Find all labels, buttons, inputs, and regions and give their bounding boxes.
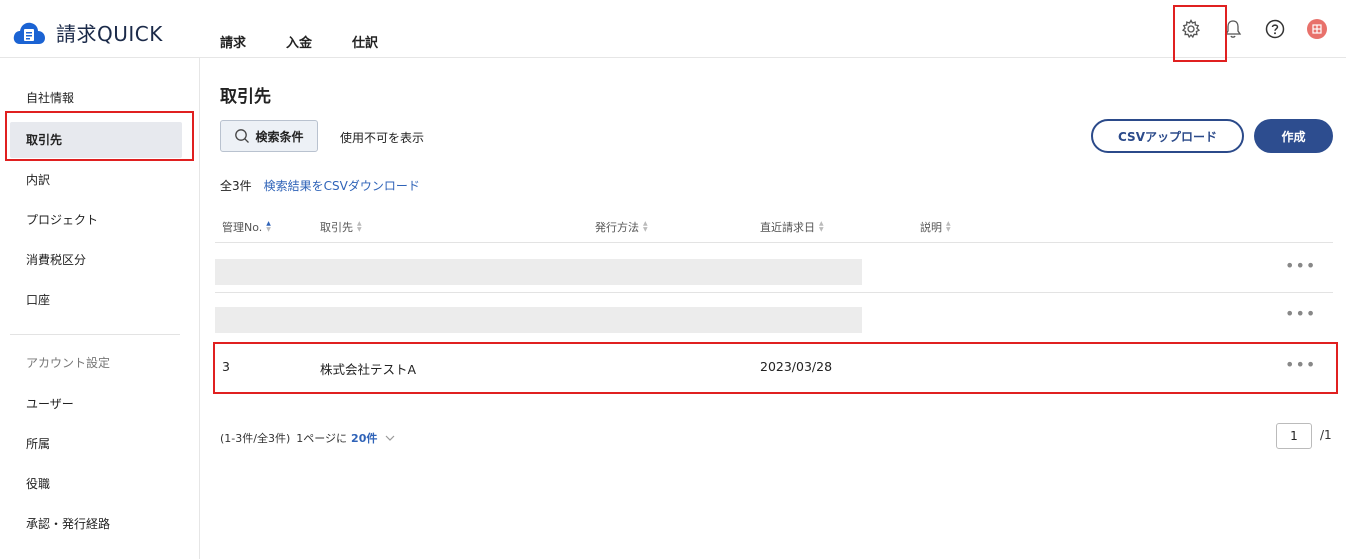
- sort-icon: ▲ ▼: [266, 220, 271, 233]
- header-divider: [215, 242, 1333, 243]
- column-header-last-invoice[interactable]: 直近請求日 ▲ ▼: [760, 219, 824, 235]
- sidebar-item-breakdown[interactable]: 内訳: [10, 162, 182, 198]
- csv-download-link[interactable]: 検索結果をCSVダウンロード: [264, 177, 420, 194]
- sidebar-item-tax[interactable]: 消費税区分: [10, 242, 182, 278]
- sidebar-item-users[interactable]: ユーザー: [10, 386, 182, 422]
- sort-icon: ▲ ▼: [819, 220, 824, 233]
- cell-last-invoice-date: 2023/03/28: [760, 359, 833, 374]
- sidebar-item-position[interactable]: 役職: [10, 466, 182, 502]
- top-navigation: 請求 入金 仕訳: [220, 32, 418, 51]
- sort-icon: ▲ ▼: [643, 220, 648, 233]
- sidebar-item-approval-route[interactable]: 承認・発行経路: [10, 506, 182, 542]
- table-row-loading: [215, 259, 862, 285]
- table-row-loading: [215, 307, 862, 333]
- row-menu-button[interactable]: •••: [1285, 256, 1315, 275]
- cloud-document-icon: [13, 22, 45, 44]
- avatar[interactable]: [1306, 18, 1328, 40]
- page-total: /1: [1320, 428, 1332, 442]
- row-menu-button[interactable]: •••: [1285, 304, 1315, 323]
- search-icon: [235, 129, 250, 143]
- chevron-down-icon[interactable]: [385, 432, 395, 445]
- create-button[interactable]: 作成: [1254, 119, 1333, 153]
- app-logo[interactable]: 請求QUICK: [12, 18, 163, 47]
- sidebar-item-project[interactable]: プロジェクト: [10, 202, 182, 238]
- page-title: 取引先: [220, 87, 271, 107]
- sort-icon: ▲ ▼: [357, 220, 362, 233]
- search-conditions-button[interactable]: 検索条件: [220, 120, 318, 152]
- nav-payment[interactable]: 入金: [286, 32, 312, 51]
- sidebar-item-company[interactable]: 自社情報: [10, 80, 182, 116]
- result-count-row: 全3件 検索結果をCSVダウンロード: [220, 177, 420, 194]
- nav-journal[interactable]: 仕訳: [352, 32, 378, 51]
- help-icon[interactable]: [1264, 18, 1286, 40]
- row-divider: [215, 292, 1333, 293]
- cell-no: 3: [222, 359, 230, 374]
- per-page-select[interactable]: 20件: [351, 430, 377, 446]
- pagination-summary: (1-3件/全3件): [220, 432, 291, 445]
- sidebar: 自社情報 取引先 内訳 プロジェクト 消費税区分 口座 アカウント設定 ユーザー…: [0, 58, 200, 559]
- pagination-info: (1-3件/全3件) 1ページに 20件: [220, 430, 395, 446]
- sidebar-item-department[interactable]: 所属: [10, 426, 182, 462]
- result-count: 全3件: [220, 179, 252, 193]
- search-conditions-label: 検索条件: [255, 129, 304, 144]
- column-header-description[interactable]: 説明 ▲ ▼: [920, 219, 951, 235]
- sort-icon: ▲ ▼: [946, 220, 951, 233]
- nav-invoice[interactable]: 請求: [220, 32, 246, 51]
- row-menu-button[interactable]: •••: [1285, 355, 1315, 374]
- cell-partner: 株式会社テストA: [320, 362, 417, 377]
- bell-icon[interactable]: [1222, 18, 1244, 40]
- sidebar-divider: [10, 334, 180, 335]
- column-header-method[interactable]: 発行方法 ▲ ▼: [595, 219, 648, 235]
- page-number-input[interactable]: 1: [1276, 423, 1312, 449]
- per-page-label: 1ページに: [296, 432, 348, 445]
- gear-icon[interactable]: [1180, 18, 1202, 40]
- main-content: 取引先 検索条件 使用不可を表示 CSVアップロード 作成 全3件 検索結果をC…: [200, 58, 1346, 559]
- csv-upload-button[interactable]: CSVアップロード: [1091, 119, 1244, 153]
- column-header-partner[interactable]: 取引先 ▲ ▼: [320, 219, 362, 235]
- top-bar: 請求QUICK 請求 入金 仕訳: [0, 0, 1346, 58]
- sidebar-section-heading: アカウント設定: [26, 356, 111, 370]
- sidebar-item-account[interactable]: 口座: [10, 282, 182, 318]
- show-disabled-toggle[interactable]: 使用不可を表示: [340, 129, 424, 146]
- top-icon-group: [1160, 18, 1328, 40]
- app-name: 請求QUICK: [56, 22, 163, 46]
- sidebar-item-partners[interactable]: 取引先: [10, 122, 182, 158]
- column-header-no[interactable]: 管理No. ▲ ▼: [222, 219, 271, 235]
